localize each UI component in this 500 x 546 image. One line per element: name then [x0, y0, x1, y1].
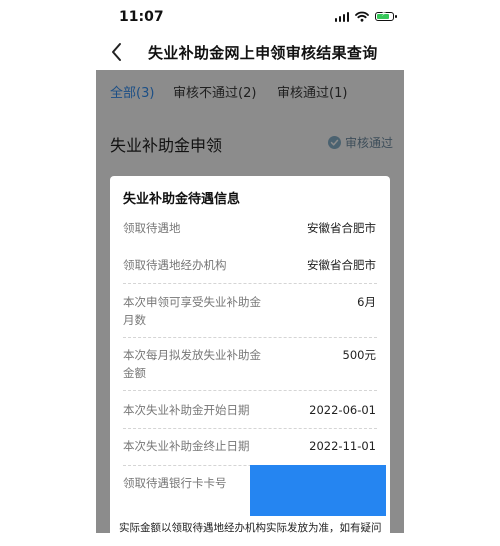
charging-bolt-icon: ⚡	[381, 9, 388, 19]
chevron-left-icon	[112, 43, 121, 61]
divider	[123, 337, 377, 338]
status-bar: 11:07 ⚡	[0, 0, 500, 34]
divider	[123, 428, 377, 429]
status-icons: ⚡	[334, 9, 397, 22]
row-label-amount: 本次每月拟发放失业补助金金额	[123, 348, 261, 380]
tab-bar: 全部(3) 审核不通过(2) 审核通过(1)	[96, 70, 404, 112]
row-value-months: 6月	[357, 295, 376, 309]
card-title: 失业补助金待遇信息	[123, 192, 241, 207]
row-value-location: 安徽省合肥市	[307, 221, 376, 235]
row-value-amount: 500元	[342, 348, 376, 362]
divider	[123, 390, 377, 391]
tab-all[interactable]: 全部(3)	[110, 82, 154, 101]
row-value-end-date: 2022-11-01	[309, 439, 376, 453]
tab-rejected[interactable]: 审核不通过(2)	[173, 82, 256, 101]
masked-bank-card-number	[250, 465, 386, 516]
tab-approved[interactable]: 审核通过(1)	[277, 82, 347, 101]
row-label-agency: 领取待遇地经办机构	[123, 258, 227, 272]
status-time: 11:07	[119, 9, 164, 25]
divider	[123, 283, 377, 284]
back-button[interactable]	[106, 40, 128, 64]
row-label-months: 本次申领可享受失业补助金月数	[123, 295, 261, 327]
section-title: 失业补助金申领	[110, 136, 223, 155]
benefit-info-card: 失业补助金待遇信息 领取待遇地 安徽省合肥市 领取待遇地经办机构 安徽省合肥市 …	[110, 176, 390, 546]
battery-icon: ⚡	[375, 9, 397, 21]
row-label-start-date: 本次失业补助金开始日期	[123, 403, 250, 417]
row-label-end-date: 本次失业补助金终止日期	[123, 439, 250, 453]
signal-icon	[334, 11, 349, 22]
check-circle-icon	[328, 136, 341, 149]
row-value-start-date: 2022-06-01	[309, 403, 376, 417]
wifi-icon	[355, 11, 369, 22]
page-title: 失业补助金网上申领审核结果查询	[148, 44, 378, 62]
status-badge-label: 审核通过	[345, 136, 394, 150]
row-value-agency: 安徽省合肥市	[307, 258, 376, 272]
nav-bar: 失业补助金网上申领审核结果查询	[0, 34, 500, 70]
status-badge: 审核通过	[328, 134, 393, 151]
row-label-location: 领取待遇地	[123, 221, 181, 235]
